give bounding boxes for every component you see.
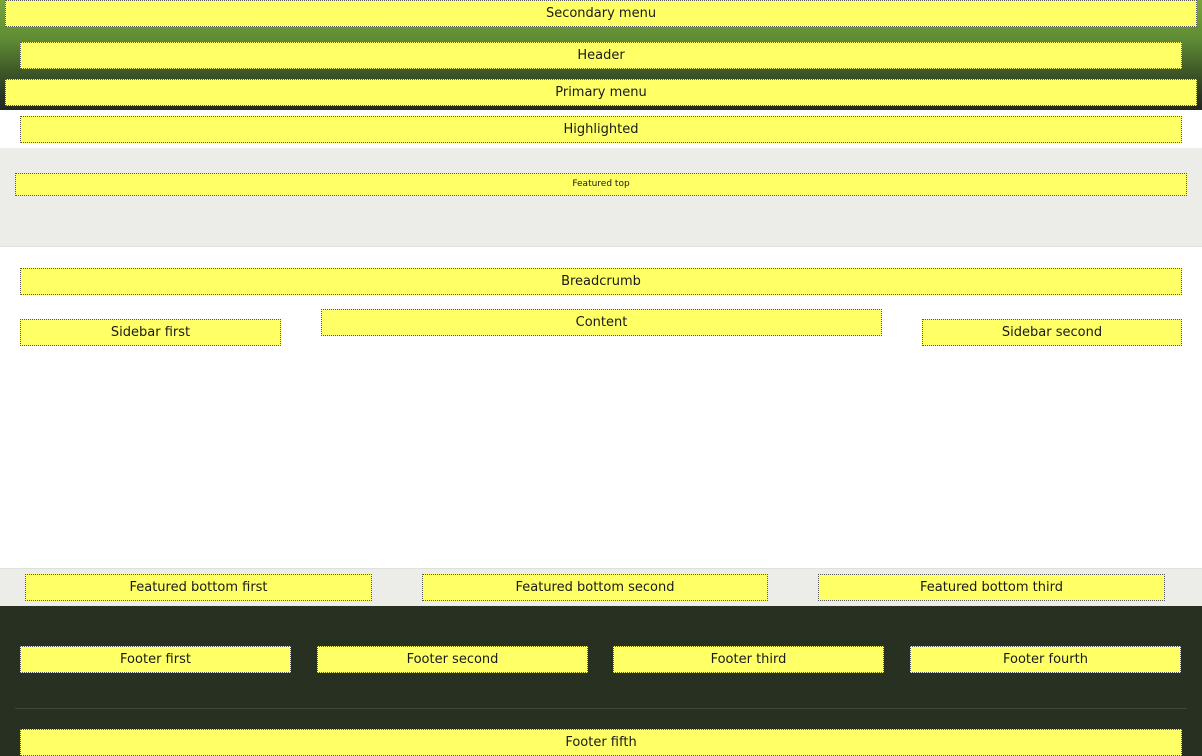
footer-first-region: Footer first bbox=[20, 646, 291, 673]
sidebar-second-region: Sidebar second bbox=[922, 319, 1182, 346]
footer-divider bbox=[15, 708, 1187, 709]
footer-fifth-region: Footer fifth bbox=[20, 729, 1182, 756]
featured-bottom-third-region: Featured bottom third bbox=[818, 574, 1165, 601]
breadcrumb-region: Breadcrumb bbox=[20, 268, 1182, 295]
header-region: Header bbox=[20, 42, 1182, 69]
featured-bottom-second-region: Featured bottom second bbox=[422, 574, 768, 601]
featured-top-background bbox=[0, 148, 1202, 247]
featured-top-region: Featured top bbox=[15, 173, 1187, 196]
primary-menu-region: Primary menu bbox=[5, 79, 1197, 106]
secondary-menu-region: Secondary menu bbox=[5, 0, 1197, 27]
featured-bottom-first-region: Featured bottom first bbox=[25, 574, 372, 601]
highlighted-region: Highlighted bbox=[20, 116, 1182, 143]
footer-second-region: Footer second bbox=[317, 646, 588, 673]
content-region: Content bbox=[321, 309, 882, 336]
footer-third-region: Footer third bbox=[613, 646, 884, 673]
footer-fourth-region: Footer fourth bbox=[910, 646, 1181, 673]
main-background bbox=[0, 248, 1202, 568]
sidebar-first-region: Sidebar first bbox=[20, 319, 281, 346]
